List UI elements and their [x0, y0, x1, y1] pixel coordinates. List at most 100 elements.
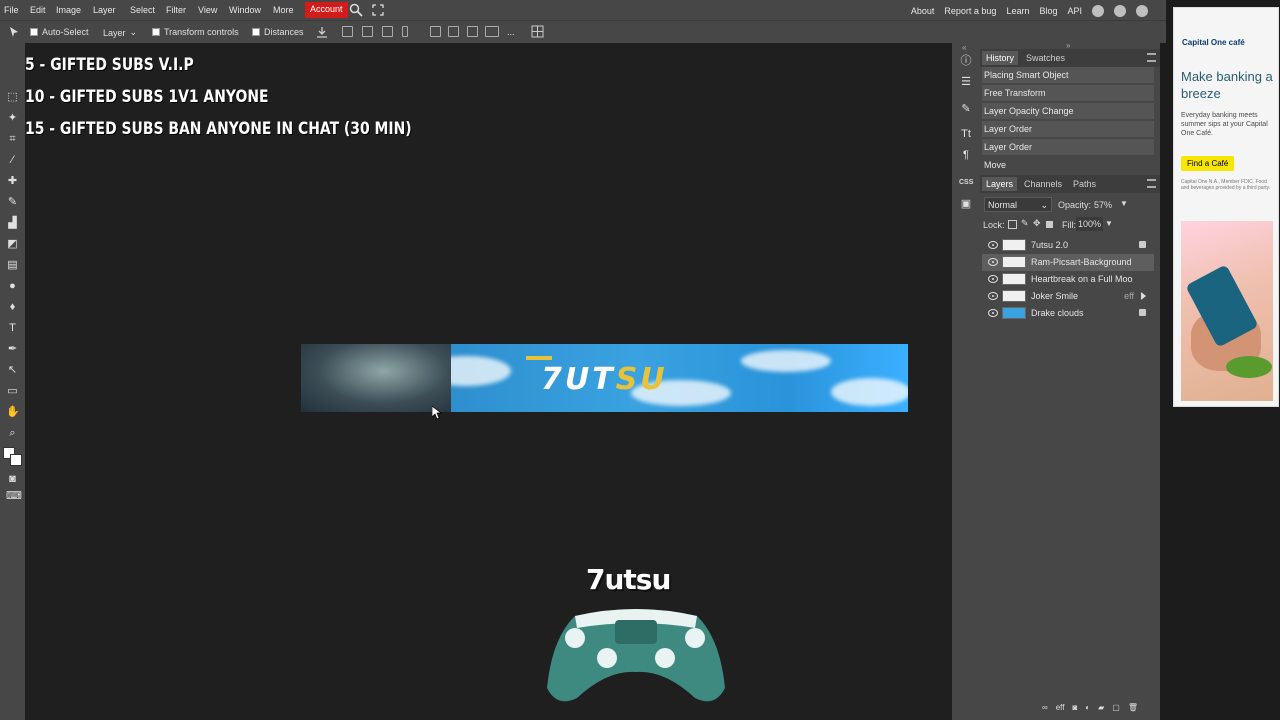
layer-effects-button[interactable]: eff	[1056, 703, 1065, 712]
lock-move-icon[interactable]: ✥	[1033, 218, 1041, 229]
opacity-value[interactable]: 57%	[1094, 200, 1112, 210]
report-bug-link[interactable]: Report a bug	[944, 6, 996, 16]
tab-channels[interactable]: Channels	[1024, 179, 1062, 189]
lock-transparency-icon[interactable]	[1008, 220, 1017, 229]
link-layers-icon[interactable]: ∞	[1042, 703, 1048, 712]
paragraph-icon[interactable]: ¶	[959, 148, 973, 162]
adjustments-icon[interactable]: ☰	[959, 75, 973, 89]
blend-mode-select[interactable]: Normal ⌄	[984, 197, 1052, 212]
menu-layer[interactable]: Layer	[93, 5, 116, 15]
visibility-icon[interactable]	[988, 275, 998, 283]
canvas-area[interactable]: 7UTSU 7utsu 5 - GIFTED SUBS V.I.P 10 - G…	[25, 43, 952, 720]
add-mask-icon[interactable]: ◙	[1072, 703, 1077, 712]
layer-select-dropdown[interactable]: Layer ⌄	[103, 27, 137, 38]
banner-image[interactable]: 7UTSU	[301, 344, 908, 412]
twitter-icon[interactable]	[1114, 5, 1126, 17]
distances-checkbox[interactable]: Distances	[252, 27, 304, 37]
select-tool-icon[interactable]: ⬚	[6, 91, 19, 104]
visibility-icon[interactable]	[988, 292, 998, 300]
path-select-icon[interactable]: ↖	[6, 364, 19, 377]
fill-dropdown-icon[interactable]: ▼	[1105, 219, 1113, 228]
dodge-icon[interactable]: ♦	[6, 301, 19, 314]
blur-icon[interactable]: ●	[6, 280, 19, 293]
zoom-tool-icon[interactable]: ⌕	[6, 427, 19, 440]
history-item[interactable]: Layer Opacity Change	[982, 103, 1154, 120]
more-options[interactable]: ...	[507, 27, 515, 37]
learn-link[interactable]: Learn	[1006, 6, 1029, 16]
lock-all-icon[interactable]	[1046, 221, 1053, 228]
align-right-icon[interactable]	[382, 26, 393, 37]
layer-row[interactable]: Joker Smile eff	[982, 288, 1154, 305]
facebook-icon[interactable]	[1136, 5, 1148, 17]
tab-history[interactable]: History	[982, 51, 1019, 65]
blog-link[interactable]: Blog	[1039, 6, 1057, 16]
eraser-icon[interactable]: ◩	[6, 238, 19, 251]
transform-controls-checkbox[interactable]: Transform controls	[152, 27, 239, 37]
crop-icon[interactable]: ⌗	[6, 133, 19, 146]
menu-filter[interactable]: Filter	[166, 5, 186, 15]
fullscreen-icon[interactable]	[372, 4, 384, 18]
brush-icon[interactable]: ✎	[6, 196, 19, 209]
menu-window[interactable]: Window	[229, 5, 261, 15]
layer-row[interactable]: Ram-Picsart-Background	[982, 254, 1154, 271]
api-link[interactable]: API	[1067, 6, 1082, 16]
tab-paths[interactable]: Paths	[1073, 179, 1096, 189]
collapse-icon[interactable]: «	[962, 43, 966, 52]
menu-select[interactable]: Select	[130, 5, 155, 15]
tab-layers[interactable]: Layers	[982, 177, 1018, 191]
align-center-icon[interactable]	[362, 26, 373, 37]
grid-icon[interactable]	[531, 25, 544, 40]
history-item[interactable]: Free Transform	[982, 85, 1154, 102]
tab-swatches[interactable]: Swatches	[1026, 53, 1065, 63]
layer-row[interactable]: Heartbreak on a Full Moo	[982, 271, 1154, 288]
search-icon[interactable]	[349, 3, 363, 19]
character-icon[interactable]: Tt	[959, 127, 973, 141]
fill-value[interactable]: 100%	[1076, 217, 1104, 231]
visibility-icon[interactable]	[988, 258, 998, 266]
align-bottom-icon[interactable]	[467, 26, 478, 37]
align-left-icon[interactable]	[342, 26, 353, 37]
color-swatches-icon[interactable]	[3, 447, 23, 467]
advertisement[interactable]: Capital One café Make banking a breeze E…	[1173, 7, 1279, 407]
expand-arrow-icon[interactable]	[1141, 292, 1146, 300]
text-tool-icon[interactable]: T	[6, 322, 19, 335]
menu-file[interactable]: File	[4, 5, 19, 15]
menu-edit[interactable]: Edit	[30, 5, 46, 15]
align-middle-icon[interactable]	[448, 26, 459, 37]
history-item[interactable]: Layer Order	[982, 121, 1154, 138]
quick-mask-icon[interactable]: ◙	[6, 473, 19, 486]
healing-brush-icon[interactable]: ✚	[6, 175, 19, 188]
gradient-icon[interactable]: ▤	[6, 259, 19, 272]
new-layer-icon[interactable]: ▢	[1112, 703, 1120, 712]
history-item[interactable]: Placing Smart Object	[982, 67, 1154, 84]
eyedropper-icon[interactable]: ⁄	[6, 154, 19, 167]
brush-settings-icon[interactable]: ✎	[959, 102, 973, 116]
shape-tool-icon[interactable]: ▭	[6, 385, 19, 398]
opacity-dropdown-icon[interactable]: ▼	[1120, 199, 1128, 208]
pen-tool-icon[interactable]: ✒	[6, 343, 19, 356]
layer-effects-badge[interactable]: eff	[1124, 291, 1134, 301]
history-item[interactable]: Layer Order	[982, 139, 1154, 156]
about-link[interactable]: About	[911, 6, 935, 16]
layer-row[interactable]: 7utsu 2.0	[982, 237, 1154, 254]
new-folder-icon[interactable]: ▰	[1098, 703, 1104, 712]
history-menu-icon[interactable]	[1147, 53, 1156, 62]
layer-row[interactable]: Drake clouds	[982, 305, 1154, 322]
info-icon[interactable]: ⓘ	[959, 54, 973, 68]
menu-image[interactable]: Image	[56, 5, 81, 15]
layers-menu-icon[interactable]	[1147, 179, 1156, 188]
distribute-vertical-icon[interactable]	[485, 26, 499, 37]
keyboard-icon[interactable]: ⌨	[6, 490, 22, 503]
distribute-icon[interactable]	[402, 26, 408, 37]
lock-paint-icon[interactable]: ✎	[1021, 218, 1029, 229]
stamp-icon[interactable]: ▟	[6, 217, 19, 230]
image-icon[interactable]: ▣	[959, 197, 973, 211]
ad-cta-button[interactable]: Find a Café	[1181, 156, 1235, 171]
menu-more[interactable]: More	[273, 5, 294, 15]
history-item[interactable]: Move	[982, 157, 1154, 174]
align-top-icon[interactable]	[430, 26, 441, 37]
account-button[interactable]: Account	[305, 2, 348, 18]
auto-select-checkbox[interactable]: Auto-Select	[30, 27, 89, 37]
reddit-icon[interactable]	[1092, 5, 1104, 17]
visibility-icon[interactable]	[988, 309, 998, 317]
